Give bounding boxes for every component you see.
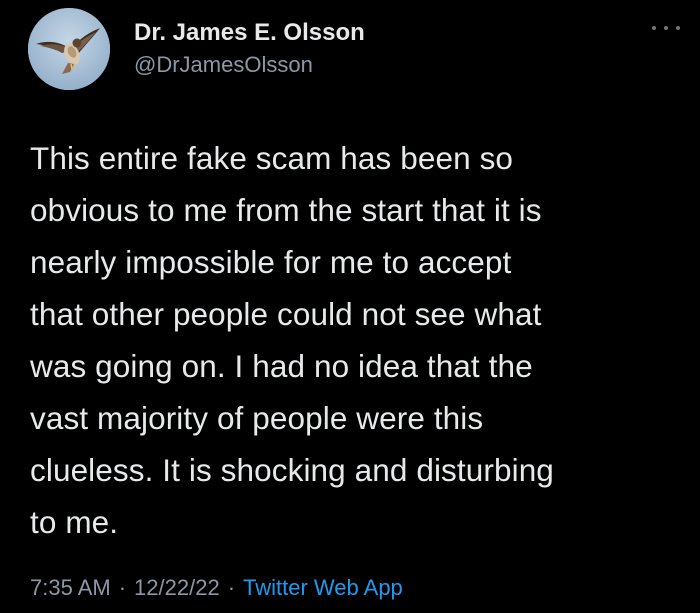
- avatar[interactable]: [28, 8, 110, 90]
- tweet-meta: 7:35 AM · 12/22/22 · Twitter Web App: [30, 573, 403, 603]
- tweet-card: Dr. James E. Olsson @DrJamesOlsson This …: [0, 0, 700, 613]
- tweet-date[interactable]: 12/22/22: [134, 573, 220, 603]
- more-dot: [652, 26, 656, 30]
- more-dot: [664, 26, 668, 30]
- more-options-icon[interactable]: [652, 20, 680, 36]
- meta-separator: ·: [118, 575, 127, 600]
- meta-separator: ·: [227, 575, 236, 600]
- author-names: Dr. James E. Olsson @DrJamesOlsson: [134, 18, 365, 80]
- hawk-avatar-icon: [28, 8, 110, 90]
- tweet-text: This entire fake scam has been so obviou…: [30, 140, 554, 540]
- more-dot: [676, 26, 680, 30]
- tweet-time[interactable]: 7:35 AM: [30, 573, 111, 603]
- author-display-name[interactable]: Dr. James E. Olsson: [134, 18, 365, 48]
- tweet-source-link[interactable]: Twitter Web App: [243, 573, 403, 603]
- author-handle[interactable]: @DrJamesOlsson: [134, 50, 365, 80]
- tweet-header: Dr. James E. Olsson @DrJamesOlsson: [28, 8, 668, 90]
